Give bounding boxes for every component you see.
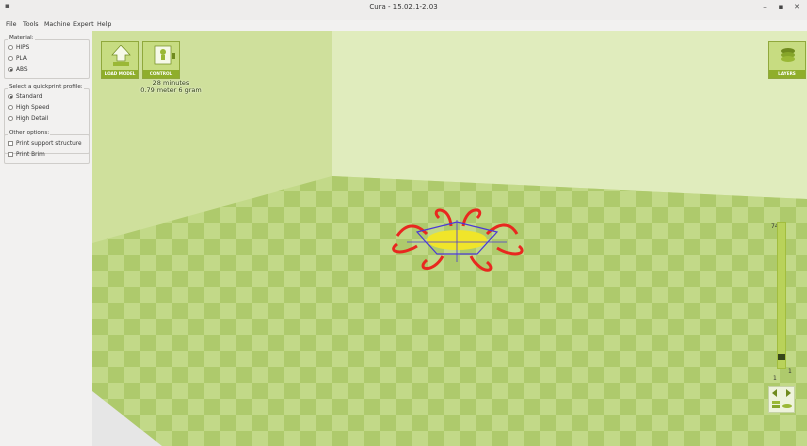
material-group: Material: HIPS PLA ABS [4,35,90,79]
menu-expert[interactable]: Expert [73,21,94,28]
other-options-label: Other options: [8,130,51,136]
layer-slider-track[interactable] [777,222,786,369]
menu-machine[interactable]: Machine [44,21,70,28]
checkbox[interactable] [8,152,13,157]
material-usage: 0.79 meter 6 gram [140,86,202,94]
layers-stack-icon [781,48,795,62]
layers-view-button[interactable]: LAYERS [768,41,806,79]
view-arrows-icon[interactable] [769,387,794,412]
radio-button-selected[interactable] [8,94,13,99]
radio-button[interactable] [8,116,13,121]
profile-option-standard[interactable]: Standard [8,92,42,101]
menu-file[interactable]: File [6,21,17,28]
material-option-pla[interactable]: PLA [8,54,27,63]
checkbox[interactable] [8,141,13,146]
minimize-button[interactable]: – [759,3,771,11]
material-option-hips[interactable]: HIPS [8,43,29,52]
control-label: CONTROL [143,70,179,78]
load-model-label: LOAD MODEL [102,70,138,78]
menu-help[interactable]: Help [97,21,111,28]
profile-label: Select a quickprint profile: [8,84,84,90]
print-brim-option[interactable]: Print Brim [8,150,45,159]
layer-slider-handle[interactable] [778,354,785,360]
window-title: Cura - 15.02.1-2.03 [369,3,438,11]
menu-tools[interactable]: Tools [23,21,39,28]
3d-viewport[interactable]: LOAD MODEL CONTROL LAYERS 28 minutes 0.7… [92,31,807,446]
settings-panel: Material: HIPS PLA ABS Select a quickpri… [0,31,92,446]
radio-button[interactable] [8,56,13,61]
material-option-abs[interactable]: ABS [8,65,28,74]
radio-button[interactable] [8,45,13,50]
profile-option-high-speed[interactable]: High Speed [8,103,49,112]
radio-button[interactable] [8,105,13,110]
profile-option-high-detail[interactable]: High Detail [8,114,48,123]
view-control-box[interactable] [768,386,795,413]
other-options-group: Other options: Print support structure P… [4,130,90,164]
layers-label: LAYERS [769,70,805,78]
upload-arrow-icon [111,45,131,66]
back-wall-right [332,31,807,199]
maximize-button[interactable]: ▪ [775,3,787,11]
radio-button-selected[interactable] [8,67,13,72]
material-label: Material: [8,35,35,41]
print-support-option[interactable]: Print support structure [8,139,82,148]
layer-current-label: 1 [788,368,792,375]
layer-bottom-label: 1 [773,375,777,382]
close-button[interactable]: ✕ [791,3,803,11]
control-button[interactable]: CONTROL [142,41,180,79]
load-model-button[interactable]: LOAD MODEL [101,41,139,79]
printer-control-icon [154,45,175,65]
menu-bar: File Tools Machine Expert Help [0,20,807,31]
title-bar: ▪ Cura - 15.02.1-2.03 – ▪ ✕ [0,0,807,20]
